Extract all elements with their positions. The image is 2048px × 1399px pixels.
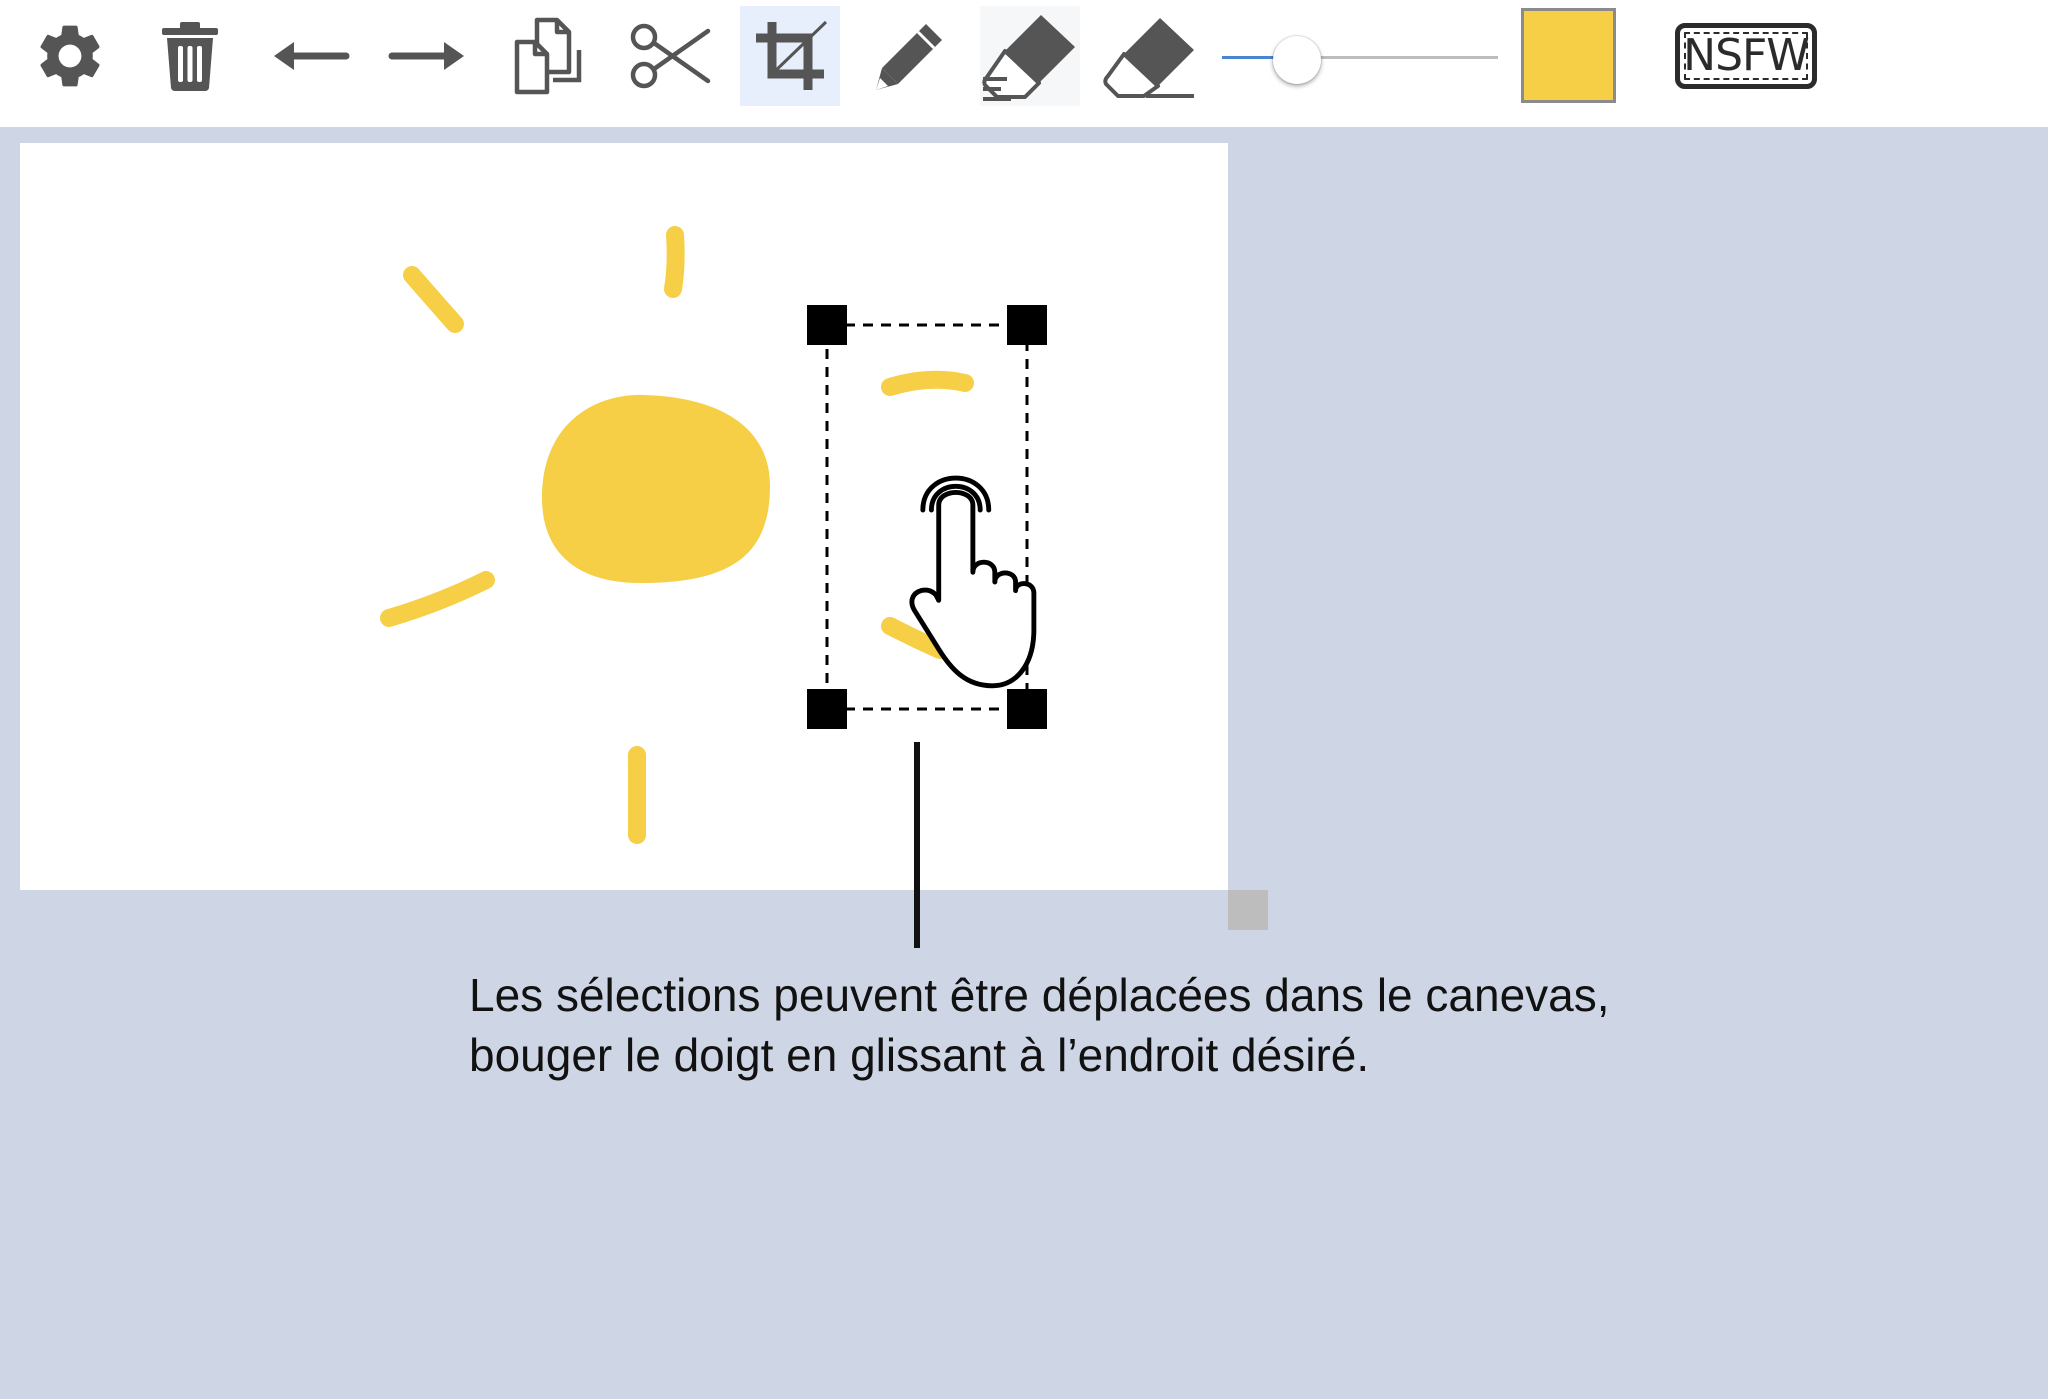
canvas-resize-handle[interactable] bbox=[1228, 890, 1268, 930]
copy-button[interactable] bbox=[499, 6, 599, 106]
brush-size-slider[interactable] bbox=[1222, 36, 1498, 84]
selection-handle-top-right[interactable] bbox=[1007, 305, 1047, 345]
copy-icon bbox=[514, 17, 582, 95]
toolbar: NSFW bbox=[0, 0, 2048, 127]
cut-button[interactable] bbox=[620, 6, 720, 106]
nsfw-label: NSFW bbox=[1683, 30, 1810, 81]
sun-ray bbox=[881, 370, 974, 396]
sun-ray bbox=[403, 266, 464, 333]
select-button[interactable] bbox=[740, 6, 840, 106]
nsfw-toggle[interactable]: NSFW bbox=[1675, 23, 1817, 89]
eraser-button[interactable] bbox=[1100, 6, 1200, 106]
redo-button[interactable] bbox=[378, 6, 478, 106]
pencil-button[interactable] bbox=[860, 6, 960, 106]
selection-handle-bottom-right[interactable] bbox=[1007, 689, 1047, 729]
drawing-canvas[interactable] bbox=[20, 143, 1228, 890]
delete-button[interactable] bbox=[140, 6, 240, 106]
undo-button[interactable] bbox=[260, 6, 360, 106]
eraser-lines-icon bbox=[982, 15, 1075, 101]
crop-select-icon bbox=[756, 20, 828, 90]
hint-line-2: bouger le doigt en glissant à l’endroit … bbox=[469, 1029, 1370, 1081]
settings-button[interactable] bbox=[20, 6, 120, 106]
eraser-icon bbox=[1103, 18, 1194, 98]
hint-text: Les sélections peuvent être déplacées da… bbox=[469, 965, 1969, 1085]
color-swatch[interactable] bbox=[1521, 8, 1616, 103]
selection-handle-bottom-left[interactable] bbox=[807, 689, 847, 729]
sun-ray bbox=[664, 226, 685, 298]
sun-disc bbox=[542, 394, 770, 583]
arrow-left-icon bbox=[274, 42, 350, 70]
slider-thumb[interactable] bbox=[1273, 36, 1321, 84]
pencil-icon bbox=[876, 24, 942, 90]
hint-line-1: Les sélections peuvent être déplacées da… bbox=[469, 969, 1610, 1021]
callout-line bbox=[914, 742, 920, 948]
sun-ray bbox=[380, 571, 495, 627]
smudge-eraser-button[interactable] bbox=[980, 6, 1080, 106]
arrow-right-icon bbox=[388, 42, 464, 70]
gear-icon bbox=[40, 25, 100, 87]
selection-handle-top-left[interactable] bbox=[807, 305, 847, 345]
scissors-icon bbox=[630, 23, 711, 89]
trash-icon bbox=[162, 22, 218, 91]
